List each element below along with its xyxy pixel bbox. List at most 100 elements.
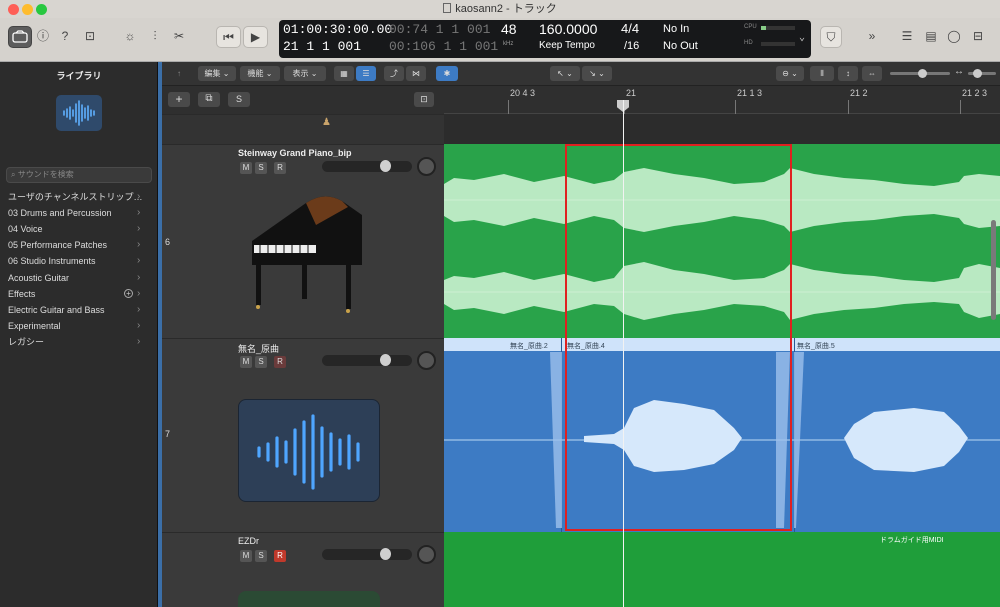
edit-menu[interactable]: 編集 ⌄ bbox=[198, 66, 236, 81]
horizontal-zoom-button[interactable]: ⇔ bbox=[862, 66, 882, 81]
lcd-tempo-mode[interactable]: Keep Tempo bbox=[539, 40, 595, 51]
fader-knob[interactable] bbox=[380, 548, 391, 560]
mute-button[interactable]: M bbox=[240, 356, 252, 368]
mixer-button[interactable]: ⫶ bbox=[145, 26, 165, 48]
library-item[interactable]: Experimental bbox=[8, 318, 148, 334]
mute-button[interactable]: M bbox=[240, 162, 252, 174]
slider-knob[interactable] bbox=[918, 69, 927, 78]
vertical-zoom-button[interactable]: ↕ bbox=[838, 66, 858, 81]
solo-button[interactable]: S bbox=[255, 550, 267, 562]
add-icon[interactable]: + bbox=[124, 289, 133, 298]
midi-region[interactable]: ドラムガイド用MIDI bbox=[444, 532, 1000, 607]
up-arrow-button[interactable]: ↑ bbox=[168, 66, 190, 81]
duplicate-track-button[interactable]: ⧉ bbox=[198, 92, 220, 107]
pan-knob[interactable] bbox=[417, 351, 436, 370]
track-number: 6 bbox=[165, 237, 171, 247]
track-name[interactable]: EZDr bbox=[238, 536, 259, 546]
lcd-signature[interactable]: 4/4 bbox=[621, 21, 639, 36]
fader-knob[interactable] bbox=[380, 160, 391, 172]
solo-button[interactable]: S bbox=[255, 162, 267, 174]
logic-window: kaosann2 - トラック ⓘ ? ⊡ ☼ ⫶ ✂ ⏮ ▶ 01:00:30… bbox=[0, 0, 1000, 607]
minimize-window-button[interactable] bbox=[22, 4, 33, 15]
play-icon: ▶ bbox=[250, 30, 261, 44]
library-item[interactable]: 05 Performance Patches bbox=[8, 237, 148, 253]
volume-fader[interactable] bbox=[322, 354, 412, 366]
global-tracks-button[interactable]: ⊡ bbox=[414, 92, 434, 107]
solo-button[interactable]: S bbox=[255, 356, 267, 368]
more-button[interactable]: » bbox=[862, 26, 882, 48]
notepad-button[interactable]: ▤ bbox=[921, 26, 941, 48]
library-search-input[interactable]: ⌕ サウンドを検索 bbox=[6, 167, 152, 183]
zoom-window-button[interactable] bbox=[36, 4, 47, 15]
lcd-display[interactable]: 01:00:30:00.00 00:74 1 1 001 21 1 1 001 … bbox=[279, 20, 811, 58]
play-button[interactable]: ▶ bbox=[243, 26, 268, 48]
pan-knob[interactable] bbox=[417, 157, 436, 176]
close-window-button[interactable] bbox=[8, 4, 19, 15]
view-menu[interactable]: 表示 ⌄ bbox=[284, 66, 326, 81]
slider-knob[interactable] bbox=[973, 69, 982, 78]
mute-button[interactable]: M bbox=[240, 550, 252, 562]
horizontal-zoom-slider[interactable] bbox=[968, 69, 996, 78]
library-item[interactable]: 06 Studio Instruments bbox=[8, 253, 148, 269]
waveform-zoom-button[interactable]: ⫴ bbox=[810, 66, 834, 81]
library-button[interactable] bbox=[8, 26, 32, 48]
function-menu[interactable]: 機能 ⌄ bbox=[240, 66, 280, 81]
volume-fader[interactable] bbox=[322, 548, 412, 560]
library-item[interactable]: レガシー bbox=[8, 334, 148, 350]
editors-button[interactable]: ✂ bbox=[169, 26, 189, 48]
catch-button[interactable]: ✱ bbox=[436, 66, 458, 81]
track-name[interactable]: 無名_原曲 bbox=[238, 342, 279, 355]
inspector-button[interactable]: ⓘ bbox=[34, 26, 52, 48]
browsers-button[interactable]: ⊟ bbox=[967, 26, 989, 48]
library-item[interactable]: Acoustic Guitar bbox=[8, 270, 148, 286]
quick-help-button[interactable]: ? bbox=[56, 26, 74, 48]
pan-knob[interactable] bbox=[417, 545, 436, 564]
lcd-midi-in: No In bbox=[663, 23, 690, 35]
lcd-chevron-down-icon[interactable]: ⌄ bbox=[799, 32, 805, 44]
control-bar: ⓘ ? ⊡ ☼ ⫶ ✂ ⏮ ▶ 01:00:30:00.00 00:74 1 1… bbox=[0, 18, 1000, 62]
pencil-tool-menu[interactable]: ↘ ⌄ bbox=[582, 66, 612, 81]
add-track-button[interactable]: + bbox=[168, 92, 190, 107]
record-enable-button[interactable]: R bbox=[274, 550, 286, 562]
arrow-up-icon: ↑ bbox=[177, 69, 181, 78]
timeline-ruler[interactable]: 20 4 3 21 21 1 3 21 2 21 2 3 bbox=[444, 86, 1000, 117]
library-item[interactable]: 04 Voice bbox=[8, 221, 148, 237]
toolbar-button[interactable]: ⊡ bbox=[80, 26, 100, 48]
vertical-zoom-slider[interactable] bbox=[890, 69, 950, 78]
pointer-tool-menu[interactable]: ↖ ⌄ bbox=[550, 66, 580, 81]
library-item[interactable]: 03 Drums and Percussion bbox=[8, 205, 148, 221]
lcd-sample-rate: 48 bbox=[501, 21, 517, 37]
grid-view-button[interactable]: ▦ bbox=[334, 66, 354, 81]
tuner-button[interactable]: ⛉ bbox=[820, 26, 842, 48]
track-header-strip: + ⧉ S ⊡ bbox=[162, 86, 444, 114]
track-header-7[interactable]: 7 無名_原曲 M S R bbox=[162, 338, 444, 532]
track-header-ezdr[interactable]: EZDr M S R bbox=[162, 532, 444, 607]
playhead[interactable] bbox=[623, 100, 624, 607]
smart-controls-button[interactable]: ☼ bbox=[120, 26, 140, 48]
rewind-button[interactable]: ⏮ bbox=[216, 26, 241, 48]
track-name[interactable]: Steinway Grand Piano_bip bbox=[238, 148, 352, 158]
loop-browser-button[interactable]: ◯ bbox=[944, 26, 964, 48]
record-enable-button[interactable]: R bbox=[274, 162, 286, 174]
chevron-right-icon: › bbox=[137, 336, 141, 347]
library-item[interactable]: ユーザのチャンネルストリップ… bbox=[8, 189, 148, 205]
tracks-icon: ⊡ bbox=[420, 94, 428, 104]
snap-menu[interactable]: ⊖ ⌄ bbox=[776, 66, 804, 81]
ruler-marker: 21 bbox=[626, 88, 637, 98]
list-view-button[interactable]: ☰ bbox=[356, 66, 376, 81]
automation-button[interactable]: ⤴ bbox=[384, 66, 404, 81]
loop-icon: ◯ bbox=[947, 29, 961, 43]
track-header-6[interactable]: 6 Steinway Grand Piano_bip M S R bbox=[162, 144, 444, 338]
vertical-scrollbar[interactable] bbox=[991, 220, 996, 320]
library-item[interactable]: Electric Guitar and Bass bbox=[8, 302, 148, 318]
lcd-division[interactable]: /16 bbox=[624, 40, 639, 52]
global-solo-button[interactable]: S bbox=[228, 92, 250, 107]
lcd-tempo[interactable]: 160.0000 bbox=[539, 21, 597, 37]
tracks-toolbar: ↑ 編集 ⌄ 機能 ⌄ 表示 ⌄ ▦ ☰ ⤴ ⋈ ✱ ↖ ⌄ ↘ ⌄ ⊖ ⌄ ⫴… bbox=[162, 62, 1000, 86]
volume-fader[interactable] bbox=[322, 160, 412, 172]
record-enable-button[interactable]: R bbox=[274, 356, 286, 368]
flex-button[interactable]: ⋈ bbox=[406, 66, 426, 81]
library-icon bbox=[12, 30, 28, 43]
fader-knob[interactable] bbox=[380, 354, 391, 366]
list-editors-button[interactable]: ☰ bbox=[897, 26, 917, 48]
